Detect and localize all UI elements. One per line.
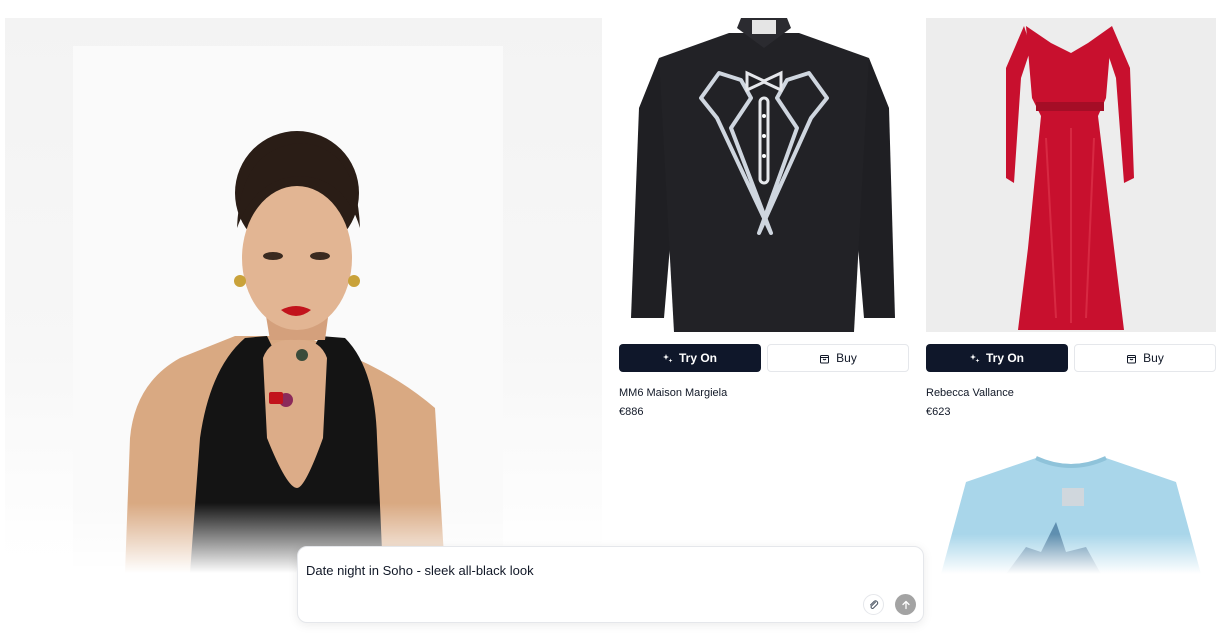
chat-input[interactable]: Date night in Soho - sleek all-black loo… xyxy=(306,563,846,585)
try-on-button[interactable]: Try On xyxy=(926,344,1068,372)
try-on-label: Try On xyxy=(985,351,1024,365)
send-button[interactable] xyxy=(895,594,916,615)
buy-button[interactable]: Buy xyxy=(1074,344,1216,372)
try-on-button[interactable]: Try On xyxy=(619,344,761,372)
paperclip-icon xyxy=(870,600,879,609)
shopping-bag-icon xyxy=(1127,354,1137,363)
shirt-illustration xyxy=(631,18,895,332)
shopping-bag-icon xyxy=(820,354,830,363)
product-price: €623 xyxy=(926,406,951,418)
try-on-label: Try On xyxy=(678,351,717,365)
product-image[interactable] xyxy=(926,18,1216,332)
model-image xyxy=(5,18,602,573)
product-brand: Rebecca Vallance xyxy=(926,387,1014,399)
product-price: €886 xyxy=(619,406,644,418)
image-fade xyxy=(926,534,1216,574)
product-card[interactable]: Try On Buy Rebecca Vallance €623 xyxy=(926,18,1216,418)
buy-label: Buy xyxy=(1143,351,1164,365)
product-image[interactable] xyxy=(619,18,909,332)
model-illustration xyxy=(125,131,445,573)
sparkle-icon xyxy=(662,354,673,363)
product-image[interactable] xyxy=(926,452,1216,574)
buy-label: Buy xyxy=(836,351,857,365)
product-card[interactable] xyxy=(926,452,1216,574)
arrow-up-icon xyxy=(901,600,910,609)
chat-input-box[interactable]: Date night in Soho - sleek all-black loo… xyxy=(297,546,924,623)
product-brand: MM6 Maison Margiela xyxy=(619,387,728,399)
attach-button[interactable] xyxy=(863,594,884,615)
product-card[interactable]: Try On Buy MM6 Maison Margiela €886 xyxy=(619,18,909,418)
sparkle-icon xyxy=(969,354,980,363)
buy-button[interactable]: Buy xyxy=(767,344,909,372)
dress-illustration xyxy=(1006,26,1134,330)
